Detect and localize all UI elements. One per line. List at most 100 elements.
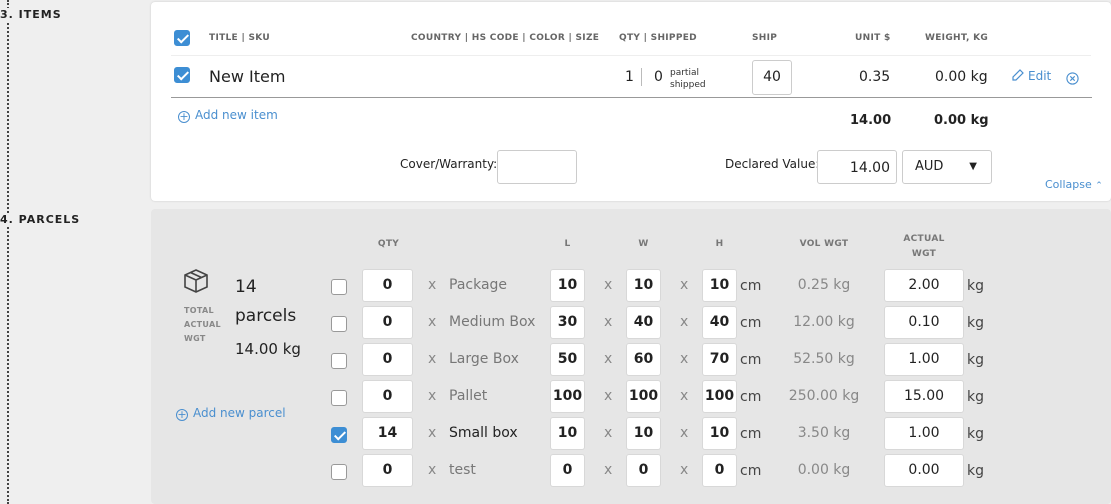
- parcel-actual-weight-input[interactable]: 1.00: [884, 343, 964, 376]
- weight-unit: kg: [967, 278, 984, 294]
- edit-item-button[interactable]: Edit: [1012, 69, 1051, 83]
- times-symbol: x: [428, 314, 437, 330]
- item-checkbox[interactable]: [174, 67, 190, 83]
- times-symbol: x: [604, 277, 613, 293]
- dimension-unit: cm: [740, 278, 762, 294]
- parcel-actual-weight-input[interactable]: 0.00: [884, 454, 964, 487]
- times-symbol: x: [604, 351, 613, 367]
- parcel-volume-weight: 3.50 kg: [797, 425, 851, 441]
- parcel-name: Small box: [449, 425, 518, 441]
- header-qty-shipped: QTY | SHIPPED: [619, 33, 697, 43]
- item-shipped: 0: [654, 69, 663, 85]
- parcel-checkbox[interactable]: [331, 427, 347, 443]
- total-weight: 0.00 kg: [934, 113, 989, 128]
- parcel-length-input[interactable]: 0: [550, 454, 585, 487]
- times-symbol: x: [680, 351, 689, 367]
- section-divider: [7, 0, 9, 504]
- parcel-volume-weight: 0.00 kg: [797, 462, 851, 478]
- collapse-label: Collapse: [1045, 178, 1092, 191]
- items-section-label: 3. ITEMS: [0, 8, 66, 21]
- parcel-checkbox[interactable]: [331, 464, 347, 480]
- dimension-unit: cm: [740, 389, 762, 405]
- parcel-header-vol: VOL WGT: [799, 239, 849, 249]
- times-symbol: x: [604, 425, 613, 441]
- parcel-height-input[interactable]: 70: [702, 343, 737, 376]
- parcel-width-input[interactable]: 10: [626, 417, 661, 450]
- parcel-header-qty: QTY: [377, 239, 400, 249]
- parcel-width-input[interactable]: 0: [626, 454, 661, 487]
- parcel-actual-weight-input[interactable]: 1.00: [884, 417, 964, 450]
- weight-unit: kg: [967, 389, 984, 405]
- parcel-width-input[interactable]: 60: [626, 343, 661, 376]
- parcel-checkbox[interactable]: [331, 353, 347, 369]
- parcel-header-actual: ACTUAL WGT: [884, 232, 964, 262]
- item-weight: 0.00 kg: [935, 69, 988, 85]
- parcel-height-input[interactable]: 10: [702, 269, 737, 302]
- item-status-line1: partial: [670, 68, 699, 78]
- remove-item-button[interactable]: [1066, 70, 1079, 89]
- total-label-line2: ACTUAL: [184, 320, 221, 329]
- parcel-qty-input[interactable]: 0: [362, 454, 413, 487]
- dimension-unit: cm: [740, 315, 762, 331]
- parcel-height-input[interactable]: 40: [702, 306, 737, 339]
- declared-value-input[interactable]: 14.00: [817, 150, 897, 184]
- parcel-name: Package: [449, 277, 508, 293]
- parcel-actual-weight-input[interactable]: 0.10: [884, 306, 964, 339]
- times-symbol: x: [428, 277, 437, 293]
- parcel-qty-input[interactable]: 0: [362, 343, 413, 376]
- header-country: COUNTRY | HS CODE | COLOR | SIZE: [411, 33, 600, 43]
- weight-unit: kg: [967, 315, 984, 331]
- parcel-count: 14: [235, 277, 257, 297]
- parcel-height-input[interactable]: 10: [702, 417, 737, 450]
- times-symbol: x: [680, 425, 689, 441]
- parcel-qty-input[interactable]: 0: [362, 306, 413, 339]
- parcels-card: QTY L W H VOL WGT ACTUAL WGT TOTAL ACTUA…: [151, 209, 1111, 504]
- parcel-qty-input[interactable]: 0: [362, 380, 413, 413]
- parcel-qty-input[interactable]: 0: [362, 269, 413, 302]
- parcel-length-input[interactable]: 30: [550, 306, 585, 339]
- ship-quantity-input[interactable]: 40: [752, 60, 792, 95]
- item-qty: 1: [625, 69, 634, 85]
- collapse-button[interactable]: Collapse ⌃: [1045, 178, 1103, 191]
- parcel-name: test: [449, 462, 476, 478]
- parcel-checkbox[interactable]: [331, 390, 347, 406]
- parcel-width-input[interactable]: 40: [626, 306, 661, 339]
- currency-select[interactable]: AUD ▼: [902, 150, 992, 184]
- qty-separator: [641, 68, 642, 86]
- times-symbol: x: [680, 388, 689, 404]
- parcel-width-input[interactable]: 100: [626, 380, 661, 413]
- currency-value: AUD: [915, 159, 944, 174]
- parcel-checkbox[interactable]: [331, 316, 347, 332]
- totals-divider: [171, 97, 1092, 98]
- parcel-length-input[interactable]: 100: [550, 380, 585, 413]
- parcel-qty-input[interactable]: 14: [362, 417, 413, 450]
- header-ship: SHIP: [752, 33, 778, 43]
- add-new-item-button[interactable]: + Add new item: [178, 108, 278, 123]
- parcel-length-input[interactable]: 10: [550, 269, 585, 302]
- parcel-volume-weight: 0.25 kg: [797, 277, 851, 293]
- item-status: partial shipped: [670, 67, 706, 91]
- parcel-length-input[interactable]: 10: [550, 417, 585, 450]
- times-symbol: x: [604, 388, 613, 404]
- cover-warranty-input[interactable]: [497, 150, 577, 184]
- parcel-header-actual-line1: ACTUAL: [903, 234, 945, 244]
- total-unit-price: 14.00: [850, 113, 892, 128]
- add-item-label: Add new item: [195, 108, 278, 122]
- times-symbol: x: [428, 351, 437, 367]
- parcel-length-input[interactable]: 50: [550, 343, 585, 376]
- times-symbol: x: [680, 314, 689, 330]
- parcel-name: Large Box: [449, 351, 519, 367]
- parcel-total-weight: 14.00 kg: [235, 340, 301, 358]
- box-icon: [183, 268, 209, 298]
- header-divider: [171, 55, 1091, 56]
- add-new-parcel-button[interactable]: + Add new parcel: [176, 406, 286, 421]
- weight-unit: kg: [967, 463, 984, 479]
- parcel-actual-weight-input[interactable]: 15.00: [884, 380, 964, 413]
- parcel-checkbox[interactable]: [331, 279, 347, 295]
- select-all-checkbox[interactable]: [174, 30, 190, 46]
- parcel-height-input[interactable]: 0: [702, 454, 737, 487]
- parcel-actual-weight-input[interactable]: 2.00: [884, 269, 964, 302]
- parcel-height-input[interactable]: 100: [702, 380, 737, 413]
- total-label-line3: WGT: [184, 334, 206, 343]
- parcel-width-input[interactable]: 10: [626, 269, 661, 302]
